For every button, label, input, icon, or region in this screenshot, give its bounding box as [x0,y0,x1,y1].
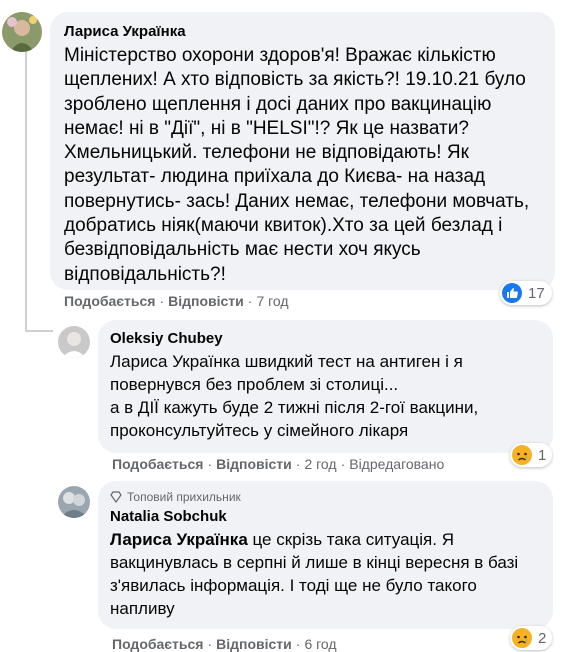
thread-line-branch [25,330,53,332]
avatar[interactable] [2,12,42,52]
timestamp[interactable]: 6 год [304,636,336,652]
comment-author[interactable]: Natalia Sobchuk [110,508,541,525]
like-button[interactable]: Подобається [64,293,155,309]
reaction-counter[interactable]: 2 [510,626,552,650]
timestamp[interactable]: 2 год [304,456,336,472]
sad-icon [512,445,532,465]
reaction-counter[interactable]: 17 [500,281,552,305]
thread-line [25,50,27,330]
sad-icon [512,628,532,648]
badge-label: Топовий прихильник [127,490,241,504]
reaction-counter[interactable]: 1 [510,443,552,467]
diamond-icon [110,491,122,503]
comment-bubble: Лариса Українка Міністерство охорони здо… [50,12,555,290]
avatar-photo [58,486,90,518]
reaction-count: 17 [528,284,545,302]
reply-bubble: Топовий прихильник Natalia Sobchuk Ларис… [98,481,553,629]
like-button[interactable]: Подобається [112,456,203,472]
comment-author[interactable]: Oleksiy Chubey [110,330,541,347]
timestamp[interactable]: 7 год [256,293,288,309]
reaction-count: 1 [538,446,547,464]
avatar[interactable] [58,486,90,518]
reply-button[interactable]: Відповісти [216,456,292,472]
comment-text: Міністерство охорони здоров'я! Вражає кі… [64,45,530,285]
reply-button[interactable]: Відповісти [216,636,292,652]
comment-text: а в ДІЇ кажуть буде 2 тижні після 2-гої … [110,398,479,440]
comment-actions: Подобається · Відповісти · 2 год · Відредагова… [112,456,445,472]
avatar-photo [2,12,42,52]
comment-text: Лариса Українка це скрізь така ситуація.… [110,528,541,620]
avatar[interactable] [58,326,90,358]
comment-author[interactable]: Лариса Українка [64,23,541,40]
comment-actions: Подобається · Відповісти · 7 год [64,293,289,309]
reply-button[interactable]: Відповісти [168,293,244,309]
top-fan-badge: Топовий прихильник [110,490,541,504]
like-icon [502,283,522,303]
comment-actions: Подобається · Відповісти · 6 год [112,636,337,652]
edited-label: Відредаговано [349,456,445,472]
like-button[interactable]: Подобається [112,636,203,652]
reaction-count: 2 [538,629,547,647]
comment-text: Лариса Українка швидкий тест на антиген … [110,352,463,394]
mention-link[interactable]: Лариса Українка [110,530,248,549]
avatar-photo [58,326,90,358]
reply-bubble: Oleksiy Chubey Лариса Українка швидкий т… [98,320,553,453]
